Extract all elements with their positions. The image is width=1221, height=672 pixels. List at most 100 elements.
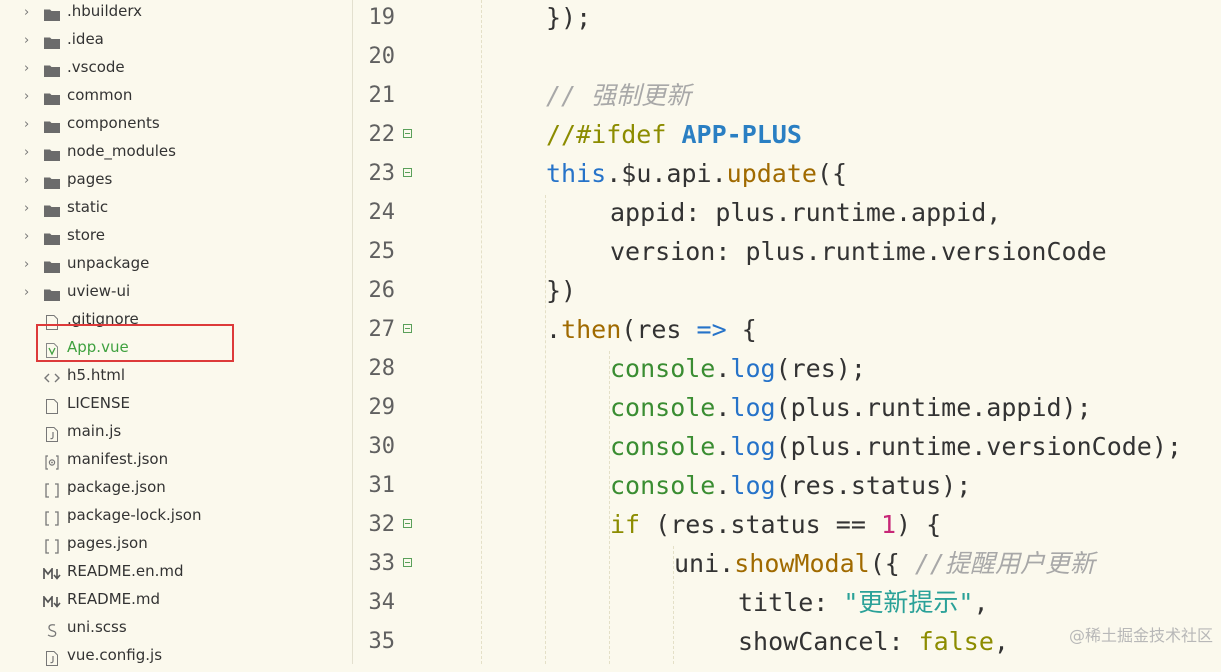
watermark: @稀土掘金技术社区 xyxy=(1068,626,1213,645)
code-text: console.log(res); xyxy=(610,354,866,383)
line-number: 27 xyxy=(368,317,396,342)
line-number: 32 xyxy=(368,512,396,537)
tree-file[interactable]: uni.scss xyxy=(0,616,352,644)
fold-toggle-icon[interactable] xyxy=(403,558,412,567)
folder-icon xyxy=(43,28,61,56)
fold-toggle-icon[interactable] xyxy=(403,129,412,138)
code-text: this.$u.api.update({ xyxy=(546,159,848,188)
tree-file[interactable]: LICENSE xyxy=(0,392,352,420)
fold-toggle-icon[interactable] xyxy=(403,168,412,177)
tree-folder[interactable]: › pages xyxy=(0,168,352,196)
tree-file[interactable]: pages.json xyxy=(0,532,352,560)
tree-file[interactable]: README.en.md xyxy=(0,560,352,588)
tree-folder[interactable]: › components xyxy=(0,112,352,140)
code-text: console.log(plus.runtime.versionCode); xyxy=(610,432,1182,461)
code-line[interactable]: 26}) xyxy=(353,273,1221,312)
tree-item-label: pages xyxy=(67,170,113,188)
line-number: 30 xyxy=(368,434,396,459)
tree-item-label: pages.json xyxy=(67,534,148,552)
code-line[interactable]: 22 //#ifdef APP-PLUS xyxy=(353,117,1221,156)
fold-toggle-icon[interactable] xyxy=(403,519,412,528)
chevron-right-icon[interactable]: › xyxy=(24,112,36,140)
code-line[interactable]: 19}); xyxy=(353,0,1221,39)
folder-icon xyxy=(43,112,61,140)
code-text: version: plus.runtime.versionCode xyxy=(610,237,1107,266)
tree-item-label: components xyxy=(67,114,160,132)
folder-icon xyxy=(43,0,61,28)
tree-item-label: .idea xyxy=(67,30,104,48)
code-line[interactable]: 32 if (res.status == 1) { xyxy=(353,507,1221,546)
chevron-right-icon[interactable]: › xyxy=(24,252,36,280)
tree-folder[interactable]: › unpackage xyxy=(0,252,352,280)
folder-icon xyxy=(43,252,61,280)
chevron-right-icon[interactable]: › xyxy=(24,168,36,196)
chevron-right-icon[interactable]: › xyxy=(24,280,36,308)
code-line[interactable]: 24 appid: plus.runtime.appid, xyxy=(353,195,1221,234)
folder-icon xyxy=(43,140,61,168)
tree-item-label: main.js xyxy=(67,422,122,440)
tree-file[interactable]: vue.config.js xyxy=(0,644,352,672)
js-file-icon xyxy=(43,644,61,672)
chevron-right-icon[interactable]: › xyxy=(24,196,36,224)
folder-icon xyxy=(43,196,61,224)
code-line[interactable]: 33 uni.showModal({ //提醒用户更新 xyxy=(353,546,1221,585)
fold-toggle-icon[interactable] xyxy=(403,324,412,333)
code-line[interactable]: 27 .then(res => { xyxy=(353,312,1221,351)
tree-item-label: .vscode xyxy=(67,58,125,76)
html-file-icon xyxy=(43,364,61,392)
code-editor[interactable]: 19}); 20 21 // 强制更新 22 //#ifdef APP-PLUS 23 thi… xyxy=(353,0,1221,664)
line-number: 25 xyxy=(368,239,396,264)
tree-file[interactable]: package-lock.json xyxy=(0,504,352,532)
code-line[interactable]: 20 xyxy=(353,39,1221,78)
tree-file[interactable]: manifest.json xyxy=(0,448,352,476)
code-line[interactable]: 25 version: plus.runtime.versionCode xyxy=(353,234,1221,273)
code-line[interactable]: 34 title: "更新提示", xyxy=(353,585,1221,624)
tree-file[interactable]: README.md xyxy=(0,588,352,616)
tree-item-label: package.json xyxy=(67,478,166,496)
tree-item-label: LICENSE xyxy=(67,394,130,412)
line-number: 28 xyxy=(368,356,396,381)
line-number: 21 xyxy=(368,83,396,108)
tree-folder[interactable]: › .vscode xyxy=(0,56,352,84)
code-text: showCancel: false, xyxy=(738,627,1009,656)
tree-folder[interactable]: › store xyxy=(0,224,352,252)
code-line[interactable]: 31 console.log(res.status); xyxy=(353,468,1221,507)
tree-file[interactable]: package.json xyxy=(0,476,352,504)
tree-item-label: package-lock.json xyxy=(67,506,202,524)
tree-item-label: manifest.json xyxy=(67,450,169,468)
chevron-right-icon[interactable]: › xyxy=(24,28,36,56)
line-number: 19 xyxy=(368,5,396,30)
code-line[interactable]: 28 console.log(res); xyxy=(353,351,1221,390)
tree-folder[interactable]: › node_modules xyxy=(0,140,352,168)
tree-item-label: .hbuilderx xyxy=(67,2,143,20)
file-icon xyxy=(43,392,61,420)
tree-folder[interactable]: › .hbuilderx xyxy=(0,0,352,28)
tree-folder[interactable]: › uview-ui xyxy=(0,280,352,308)
folder-icon xyxy=(43,56,61,84)
tree-item-label: uni.scss xyxy=(67,618,127,636)
chevron-right-icon[interactable]: › xyxy=(24,224,36,252)
line-number: 31 xyxy=(368,473,396,498)
json-file-icon xyxy=(43,476,61,504)
tree-file[interactable]: main.js xyxy=(0,420,352,448)
line-number: 29 xyxy=(368,395,396,420)
code-line[interactable]: 30 console.log(plus.runtime.versionCode); xyxy=(353,429,1221,468)
code-line[interactable]: 29 console.log(plus.runtime.appid); xyxy=(353,390,1221,429)
chevron-right-icon[interactable]: › xyxy=(24,0,36,28)
chevron-right-icon[interactable]: › xyxy=(24,56,36,84)
tree-item-label: vue.config.js xyxy=(67,646,163,664)
tree-folder[interactable]: › .idea xyxy=(0,28,352,56)
tree-folder[interactable]: › static xyxy=(0,196,352,224)
chevron-right-icon[interactable]: › xyxy=(24,140,36,168)
code-text: uni.showModal({ //提醒用户更新 xyxy=(674,549,1095,578)
code-text: }) xyxy=(546,276,577,305)
tree-folder[interactable]: › common xyxy=(0,84,352,112)
tree-file[interactable]: h5.html xyxy=(0,364,352,392)
tree-item-label: node_modules xyxy=(67,142,176,160)
scss-file-icon xyxy=(43,616,61,644)
code-line[interactable]: 21 // 强制更新 xyxy=(353,78,1221,117)
chevron-right-icon[interactable]: › xyxy=(24,84,36,112)
code-line[interactable]: 23 this.$u.api.update({ xyxy=(353,156,1221,195)
line-number: 33 xyxy=(368,551,396,576)
line-number: 35 xyxy=(368,629,396,654)
